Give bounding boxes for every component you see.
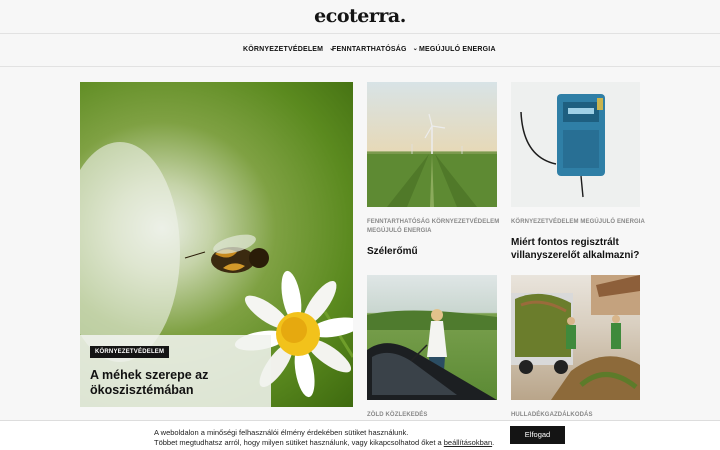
green-waste-truck-image <box>511 275 640 400</box>
nav-item-kornyezetvedelem[interactable]: KÖRNYEZETVÉDELEM ⌄ <box>243 46 334 53</box>
article-card-image[interactable] <box>367 82 497 207</box>
article-categories[interactable]: FENNTARTHATÓSÁG KÖRNYEZETVÉDELEM MEGÚJUL… <box>367 218 507 236</box>
article-card-image[interactable] <box>367 275 497 400</box>
category-line: MEGÚJULÓ ENERGIA <box>367 228 432 234</box>
category-line: KÖRNYEZETVÉDELEM MEGÚJULÓ ENERGIA <box>511 219 645 225</box>
chevron-down-icon: ⌄ <box>412 46 418 52</box>
site-logo[interactable]: ecoterra. <box>0 5 720 27</box>
wind-turbine-image <box>367 113 497 207</box>
nav-item-megujulo-energia[interactable]: MEGÚJULÓ ENERGIA <box>419 46 496 53</box>
category-badge[interactable]: KÖRNYEZETVÉDELEM <box>90 346 170 358</box>
article-title[interactable]: Miért fontos regisztrált villanyszerelőt… <box>511 236 651 262</box>
cookie-accept-button[interactable]: Elfogad <box>510 426 565 444</box>
category-line: FENNTARTHATÓSÁG KÖRNYEZETVÉDELEM <box>367 219 500 225</box>
category-line: HULLADÉKGAZDÁLKODÁS <box>511 412 593 418</box>
cookie-line-suffix: . <box>492 437 495 447</box>
main-nav: KÖRNYEZETVÉDELEM ⌄ FENNTARTHATÓSÁG ⌄ MEGÚJ… <box>0 34 720 67</box>
article-title[interactable]: A méhek szerepe az ökoszisztémában <box>90 368 260 398</box>
electric-meter-image <box>520 94 605 198</box>
article-categories[interactable]: HULLADÉKGAZDÁLKODÁS <box>511 411 651 420</box>
article-card-image[interactable] <box>511 82 640 207</box>
article-card-image[interactable] <box>511 275 640 400</box>
category-line: ZÖLD KÖZLEKEDÉS <box>367 412 428 418</box>
cookie-settings-link[interactable]: beállításokban <box>444 438 492 447</box>
cookie-text: A weboldalon a minőségi felhasználói élm… <box>154 428 494 447</box>
article-title[interactable]: Szélerőmű <box>367 245 507 258</box>
feature-caption: KÖRNYEZETVÉDELEM A méhek szerepe az ökos… <box>80 335 271 407</box>
site-header: ecoterra. <box>0 0 720 34</box>
article-categories[interactable]: KÖRNYEZETVÉDELEM MEGÚJULÓ ENERGIA <box>511 218 651 227</box>
nav-item-fenntarthatosag[interactable]: FENNTARTHATÓSÁG ⌄ <box>332 46 418 53</box>
cookie-banner: A weboldalon a minőségi felhasználói élm… <box>0 420 720 450</box>
nav-item-label: MEGÚJULÓ ENERGIA <box>419 46 496 53</box>
woman-charging-car-image <box>367 309 497 400</box>
cookie-line: Többet megtudhatsz arról, hogy milyen sü… <box>154 438 494 448</box>
article-categories[interactable]: ZÖLD KÖZLEKEDÉS <box>367 411 507 420</box>
feature-article[interactable]: KÖRNYEZETVÉDELEM A méhek szerepe az ökos… <box>80 82 353 407</box>
cookie-line-prefix: Többet megtudhatsz arról, hogy milyen sü… <box>154 437 444 447</box>
nav-item-label: FENNTARTHATÓSÁG <box>332 46 407 53</box>
nav-item-label: KÖRNYEZETVÉDELEM <box>243 46 324 53</box>
cookie-line: A weboldalon a minőségi felhasználói élm… <box>154 428 409 437</box>
